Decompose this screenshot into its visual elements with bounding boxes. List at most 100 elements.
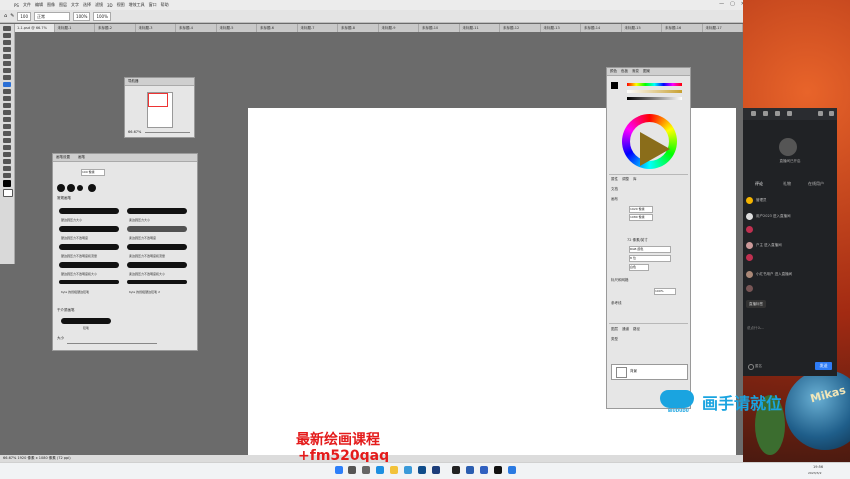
clock-date[interactable]: 2023/3/2 [808, 471, 821, 475]
tab-properties[interactable]: 属性 [611, 176, 618, 182]
pin-icon[interactable] [775, 111, 780, 116]
menu-item[interactable]: 图像 [47, 2, 55, 8]
clock-time[interactable]: 19:56 [813, 465, 823, 469]
brush-size-field[interactable]: 100 像素 [81, 169, 105, 176]
healing-tool-icon[interactable] [3, 75, 11, 80]
doc-tab[interactable]: 未标题-15 [622, 24, 662, 32]
document-canvas[interactable] [248, 108, 605, 458]
menu-item[interactable]: 文字 [71, 2, 79, 8]
foreground-color-swatch[interactable] [3, 180, 11, 187]
brush-group-general[interactable]: 常规画笔 [57, 196, 71, 201]
tab-gifts[interactable]: 礼物 [783, 181, 791, 187]
star-icon[interactable] [787, 111, 792, 116]
brush-tool-icon[interactable]: ✎ [10, 13, 14, 19]
menu-item[interactable]: 编辑 [35, 2, 43, 8]
flow-field[interactable]: 100% [93, 11, 111, 21]
select-tool-icon[interactable] [3, 47, 11, 52]
tab-comments[interactable]: 评论 [755, 181, 763, 187]
brush-stroke-preview[interactable] [127, 280, 187, 284]
tab-brushes[interactable]: 画笔 [78, 154, 85, 161]
minimize-icon[interactable]: — [719, 1, 724, 9]
menu-item[interactable]: 文件 [23, 2, 31, 8]
layer-row[interactable]: 背景 [611, 364, 688, 380]
height-field[interactable]: 1080 像素 [629, 214, 653, 221]
doc-tab[interactable]: 未标题-13 [541, 24, 581, 32]
doc-tab[interactable]: 未标题-12 [500, 24, 541, 32]
tab-gradients[interactable]: 渐变 [632, 68, 639, 75]
tab-patterns[interactable]: 图案 [643, 68, 650, 75]
stamp-tool-icon[interactable] [3, 89, 11, 94]
hand-tool-icon[interactable] [3, 159, 11, 164]
doc-tab[interactable]: 未标题-17 [703, 24, 743, 32]
send-button[interactable]: 发送 [815, 362, 832, 370]
search-icon[interactable] [348, 466, 356, 474]
gradient-tool-icon[interactable] [3, 110, 11, 115]
color-wheel[interactable] [622, 114, 677, 169]
eraser-tool-icon[interactable] [3, 103, 11, 108]
marquee-tool-icon[interactable] [3, 33, 11, 38]
anonymous-checkbox[interactable] [748, 364, 754, 370]
minimize-icon[interactable] [818, 111, 823, 116]
eyedropper-tool-icon[interactable] [3, 68, 11, 73]
hue-slider[interactable] [627, 83, 682, 86]
menu-item[interactable]: 选择 [83, 2, 91, 8]
settings-icon[interactable] [751, 111, 756, 116]
blend-mode-select[interactable]: 正常 [34, 11, 71, 21]
close-icon[interactable] [829, 111, 834, 116]
color-mode-select[interactable]: RGB 颜色 [629, 246, 671, 253]
lasso-tool-icon[interactable] [3, 40, 11, 45]
chat-input[interactable]: 说点什么... [747, 326, 764, 331]
layer-kind-filter[interactable]: 类型 [611, 336, 618, 342]
navigator-view-box[interactable] [148, 93, 168, 107]
tab-layers[interactable]: 图层 [611, 326, 618, 332]
brush-stroke-preview[interactable] [59, 244, 119, 250]
doc-tab[interactable]: 未标题-4 [176, 24, 217, 32]
navigator-zoom[interactable]: 66.67% [128, 130, 141, 134]
app-icon[interactable] [466, 466, 474, 474]
navigator-zoom-slider[interactable] [145, 132, 190, 133]
doc-tab[interactable]: 未标题-9 [379, 24, 419, 32]
brush-stroke-preview[interactable] [127, 262, 187, 268]
doc-tab[interactable]: 未标题-6 [257, 24, 298, 32]
brush-preset-small[interactable] [77, 185, 83, 191]
color-triangle[interactable] [640, 132, 670, 166]
tab-brush-settings[interactable]: 画笔设置 [56, 154, 70, 161]
dodge-tool-icon[interactable] [3, 124, 11, 129]
menu-item[interactable]: 3D [107, 3, 113, 8]
doc-tab[interactable]: 未标题-3 [136, 24, 176, 32]
brush-stroke-preview[interactable] [59, 226, 119, 232]
app-icon[interactable] [432, 466, 440, 474]
brush-stroke-preview[interactable] [59, 280, 119, 284]
type-tool-icon[interactable] [3, 138, 11, 143]
doc-tab[interactable]: 未标题-1 [55, 24, 95, 32]
doc-tab[interactable]: 未标题-10 [419, 24, 460, 32]
doc-tab[interactable]: 未标题-5 [217, 24, 257, 32]
tab-paths[interactable]: 路径 [633, 326, 640, 332]
start-icon[interactable] [335, 466, 343, 474]
app-icon[interactable] [494, 466, 502, 474]
tab-online-users[interactable]: 在线用户 [808, 181, 824, 187]
zoom-tool-icon[interactable] [3, 166, 11, 171]
menu-item[interactable]: 窗口 [149, 2, 157, 8]
fill-select[interactable]: 白色 [629, 264, 649, 271]
path-select-icon[interactable] [3, 145, 11, 150]
foreground-color-swatch[interactable] [611, 82, 618, 89]
share-icon[interactable] [763, 111, 768, 116]
history-brush-icon[interactable] [3, 96, 11, 101]
menu-item[interactable]: 滤镜 [95, 2, 103, 8]
task-view-icon[interactable] [362, 466, 370, 474]
tab-channels[interactable]: 通道 [622, 326, 629, 332]
app-icon[interactable] [480, 466, 488, 474]
tab-color[interactable]: 颜色 [610, 68, 617, 75]
doc-tab[interactable]: 未标题-14 [581, 24, 622, 32]
more-tools-icon[interactable] [3, 173, 11, 178]
brush-size-slider[interactable] [67, 343, 157, 344]
brightness-slider[interactable] [627, 97, 682, 100]
tab-adjustments[interactable]: 调整 [622, 176, 629, 182]
maximize-icon[interactable]: ▢ [730, 1, 735, 9]
doc-tab[interactable]: 未标题-8 [338, 24, 379, 32]
app-icon[interactable] [452, 466, 460, 474]
blur-tool-icon[interactable] [3, 117, 11, 122]
saturation-slider[interactable] [627, 90, 682, 93]
doc-tab[interactable]: 未标题-16 [662, 24, 703, 32]
